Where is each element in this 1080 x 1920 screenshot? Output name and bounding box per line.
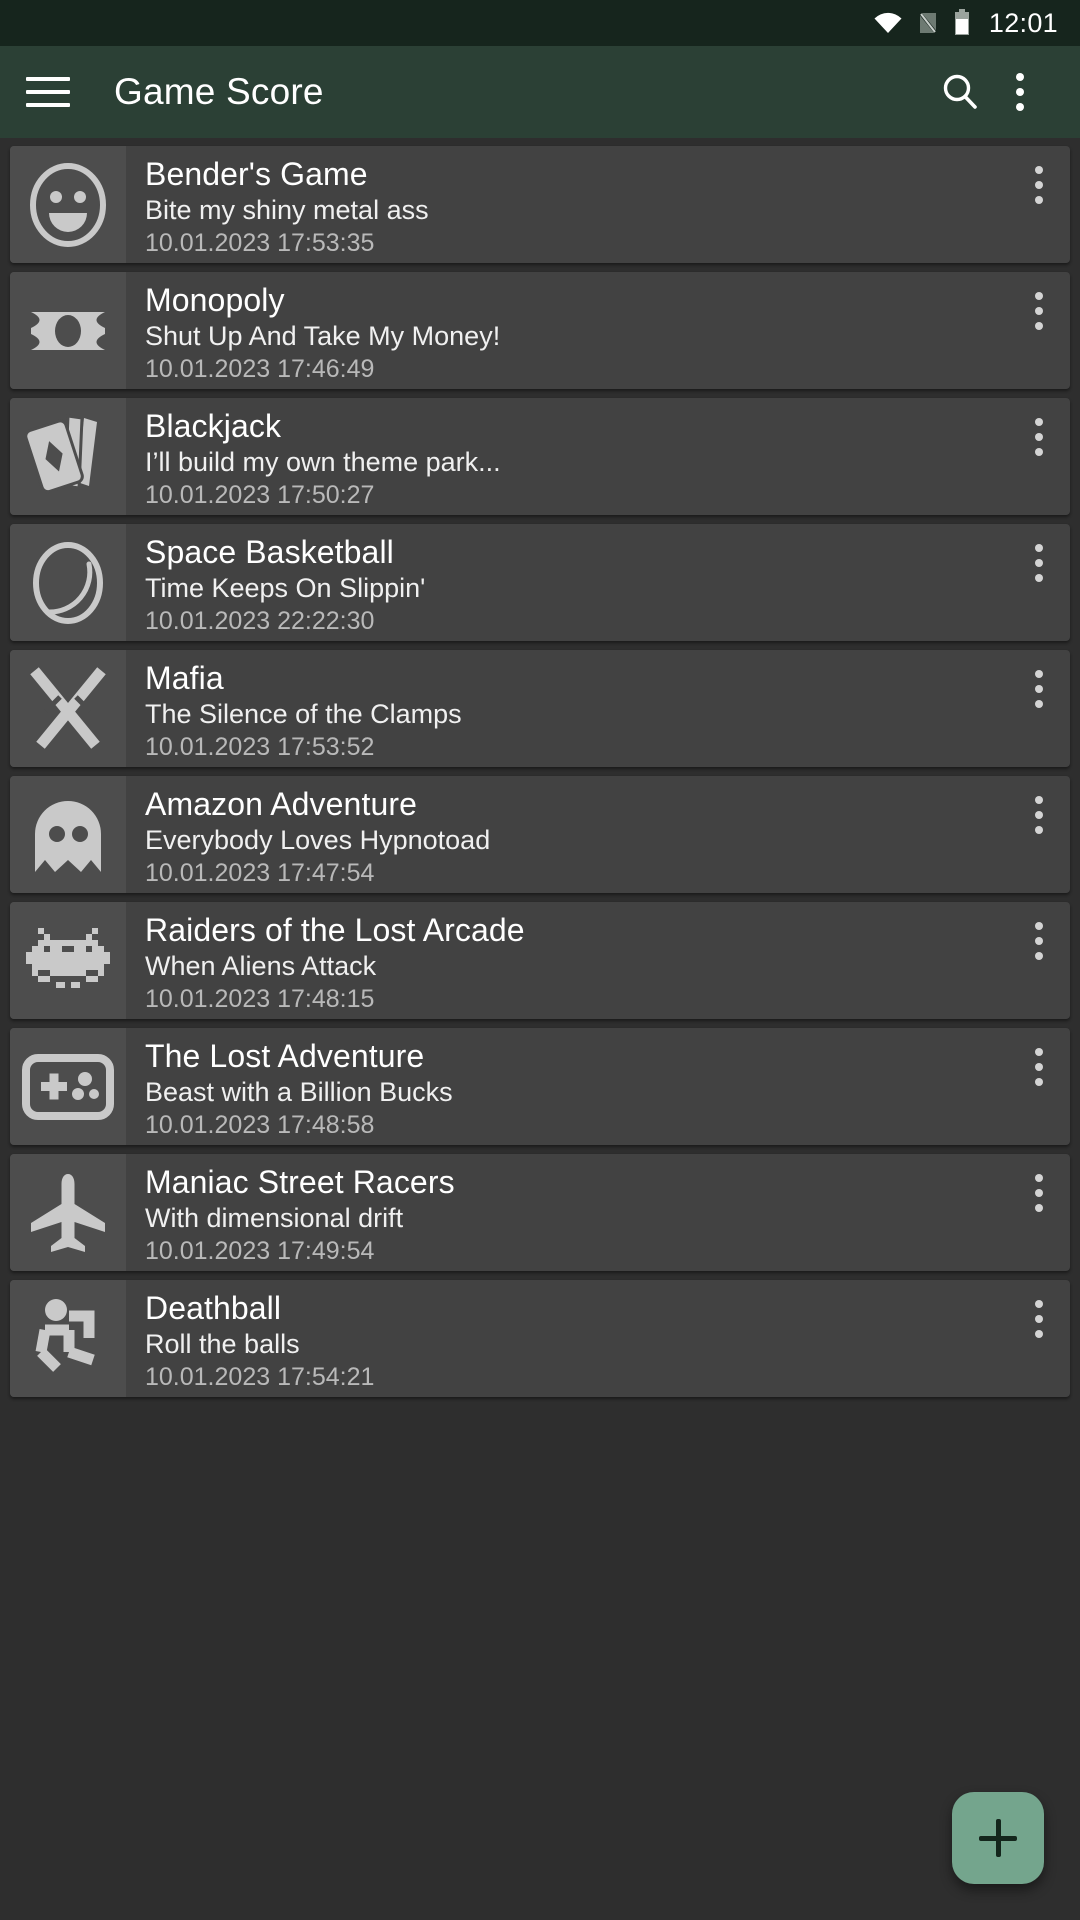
game-title: The Lost Adventure xyxy=(145,1038,425,1074)
game-title: Bender's Game xyxy=(145,156,368,192)
list-item[interactable]: Raiders of the Lost Arcade When Aliens A… xyxy=(10,902,1070,1019)
game-subtitle: Everybody Loves Hypnotoad xyxy=(145,825,491,855)
game-date: 10.01.2023 17:54:21 xyxy=(145,1363,375,1391)
list-item-text: Bender's Game Bite my shiny metal ass 10… xyxy=(126,146,1008,263)
game-subtitle: Time Keeps On Slippin' xyxy=(145,573,426,603)
status-bar: 12:01 xyxy=(0,0,1080,46)
more-vert-icon[interactable] xyxy=(1008,524,1070,641)
list-item-text: Amazon Adventure Everybody Loves Hypnoto… xyxy=(126,776,1008,893)
airplane-icon xyxy=(10,1154,126,1271)
more-vert-icon[interactable] xyxy=(1008,398,1070,515)
playing-cards-icon xyxy=(10,398,126,515)
game-title: Space Basketball xyxy=(145,534,394,570)
more-vert-icon[interactable] xyxy=(1008,776,1070,893)
kebab-dots xyxy=(1016,73,1024,111)
more-vert-icon[interactable] xyxy=(1008,1154,1070,1271)
kebab-dots xyxy=(1035,922,1043,960)
ball-circle-icon xyxy=(10,524,126,641)
game-date: 10.01.2023 17:48:15 xyxy=(145,985,375,1013)
more-vert-icon[interactable] xyxy=(990,62,1050,122)
add-game-fab[interactable] xyxy=(952,1792,1044,1884)
banknote-icon xyxy=(10,272,126,389)
list-item-text: Deathball Roll the balls 10.01.2023 17:5… xyxy=(126,1280,1008,1397)
game-subtitle: I’ll build my own theme park... xyxy=(145,447,501,477)
more-vert-icon[interactable] xyxy=(1008,272,1070,389)
kebab-dots xyxy=(1035,1174,1043,1212)
game-date: 10.01.2023 17:49:54 xyxy=(145,1237,375,1265)
search-icon[interactable] xyxy=(930,62,990,122)
game-date: 10.01.2023 17:46:49 xyxy=(145,355,375,383)
wifi-icon xyxy=(873,11,903,35)
kebab-dots xyxy=(1035,544,1043,582)
more-vert-icon[interactable] xyxy=(1008,902,1070,1019)
list-item[interactable]: The Lost Adventure Beast with a Billion … xyxy=(10,1028,1070,1145)
list-item[interactable]: Amazon Adventure Everybody Loves Hypnoto… xyxy=(10,776,1070,893)
list-item-text: The Lost Adventure Beast with a Billion … xyxy=(126,1028,1008,1145)
game-date: 10.01.2023 17:53:35 xyxy=(145,229,375,257)
kebab-dots xyxy=(1035,166,1043,204)
more-vert-icon[interactable] xyxy=(1008,650,1070,767)
game-title: Raiders of the Lost Arcade xyxy=(145,912,525,948)
ghost-icon xyxy=(10,776,126,893)
list-item-text: Blackjack I’ll build my own theme park..… xyxy=(126,398,1008,515)
list-item[interactable]: Mafia The Silence of the Clamps 10.01.20… xyxy=(10,650,1070,767)
game-date: 10.01.2023 22:22:30 xyxy=(145,607,375,635)
game-title: Maniac Street Racers xyxy=(145,1164,455,1200)
game-subtitle: The Silence of the Clamps xyxy=(145,699,462,729)
kebab-dots xyxy=(1035,1300,1043,1338)
more-vert-icon[interactable] xyxy=(1008,1028,1070,1145)
game-date: 10.01.2023 17:53:52 xyxy=(145,733,375,761)
list-item[interactable]: Blackjack I’ll build my own theme park..… xyxy=(10,398,1070,515)
game-subtitle: Bite my shiny metal ass xyxy=(145,195,429,225)
kebab-dots xyxy=(1035,1048,1043,1086)
kebab-dots xyxy=(1035,292,1043,330)
list-item-text: Monopoly Shut Up And Take My Money! 10.0… xyxy=(126,272,1008,389)
game-subtitle: When Aliens Attack xyxy=(145,951,377,981)
game-date: 10.01.2023 17:47:54 xyxy=(145,859,375,887)
hamburger-menu-icon[interactable] xyxy=(26,70,70,114)
list-item[interactable]: Maniac Street Racers With dimensional dr… xyxy=(10,1154,1070,1271)
game-subtitle: Roll the balls xyxy=(145,1329,300,1359)
more-vert-icon[interactable] xyxy=(1008,1280,1070,1397)
game-title: Blackjack xyxy=(145,408,282,444)
game-subtitle: With dimensional drift xyxy=(145,1203,404,1233)
list-item-text: Raiders of the Lost Arcade When Aliens A… xyxy=(126,902,1008,1019)
status-bar-clock: 12:01 xyxy=(988,7,1058,38)
crossed-swords-icon xyxy=(10,650,126,767)
battery-icon xyxy=(953,9,971,37)
game-title: Deathball xyxy=(145,1290,282,1326)
game-subtitle: Beast with a Billion Bucks xyxy=(145,1077,453,1107)
gamepad-icon xyxy=(10,1028,126,1145)
game-subtitle: Shut Up And Take My Money! xyxy=(145,321,501,351)
list-item-text: Space Basketball Time Keeps On Slippin' … xyxy=(126,524,1008,641)
kebab-dots xyxy=(1035,670,1043,708)
kebab-dots xyxy=(1035,796,1043,834)
running-person-icon xyxy=(10,1280,126,1397)
no-sim-icon xyxy=(917,10,939,36)
plus-icon-vertical xyxy=(995,1819,1001,1857)
game-title: Mafia xyxy=(145,660,224,696)
game-date: 10.01.2023 17:48:58 xyxy=(145,1111,375,1139)
list-item[interactable]: Bender's Game Bite my shiny metal ass 10… xyxy=(10,146,1070,263)
kebab-dots xyxy=(1035,418,1043,456)
smiley-face-icon xyxy=(10,146,126,263)
space-invader-icon xyxy=(10,902,126,1019)
game-date: 10.01.2023 17:50:27 xyxy=(145,481,375,509)
list-item[interactable]: Deathball Roll the balls 10.01.2023 17:5… xyxy=(10,1280,1070,1397)
game-title: Amazon Adventure xyxy=(145,786,417,822)
game-list[interactable]: Bender's Game Bite my shiny metal ass 10… xyxy=(0,138,1080,1920)
list-item-text: Mafia The Silence of the Clamps 10.01.20… xyxy=(126,650,1008,767)
list-item-text: Maniac Street Racers With dimensional dr… xyxy=(126,1154,1008,1271)
page-title: Game Score xyxy=(114,71,324,112)
app-bar: Game Score xyxy=(0,46,1080,138)
more-vert-icon[interactable] xyxy=(1008,146,1070,263)
list-item[interactable]: Monopoly Shut Up And Take My Money! 10.0… xyxy=(10,272,1070,389)
game-title: Monopoly xyxy=(145,282,285,318)
list-item[interactable]: Space Basketball Time Keeps On Slippin' … xyxy=(10,524,1070,641)
